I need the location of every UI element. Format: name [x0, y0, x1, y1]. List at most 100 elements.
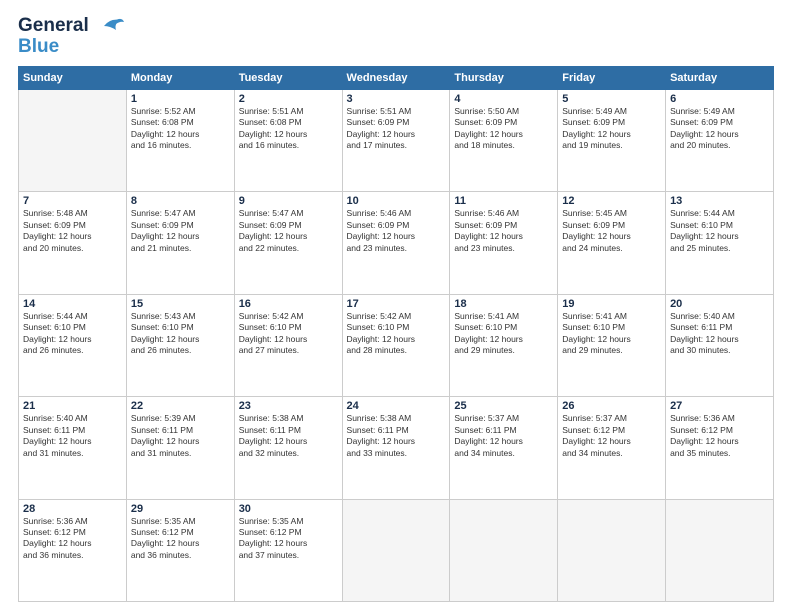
day-cell: 10Sunrise: 5:46 AM Sunset: 6:09 PM Dayli…	[342, 192, 450, 294]
day-info: Sunrise: 5:35 AM Sunset: 6:12 PM Dayligh…	[239, 516, 338, 562]
day-cell: 28Sunrise: 5:36 AM Sunset: 6:12 PM Dayli…	[19, 499, 127, 601]
day-number: 4	[454, 93, 553, 105]
day-info: Sunrise: 5:42 AM Sunset: 6:10 PM Dayligh…	[347, 311, 446, 357]
day-info: Sunrise: 5:37 AM Sunset: 6:12 PM Dayligh…	[562, 413, 661, 459]
day-info: Sunrise: 5:35 AM Sunset: 6:12 PM Dayligh…	[131, 516, 230, 562]
day-cell: 7Sunrise: 5:48 AM Sunset: 6:09 PM Daylig…	[19, 192, 127, 294]
logo-bird-icon	[96, 16, 124, 36]
day-cell: 16Sunrise: 5:42 AM Sunset: 6:10 PM Dayli…	[234, 294, 342, 396]
logo-blue: Blue	[18, 36, 59, 57]
day-number: 9	[239, 195, 338, 207]
day-info: Sunrise: 5:41 AM Sunset: 6:10 PM Dayligh…	[562, 311, 661, 357]
day-cell: 24Sunrise: 5:38 AM Sunset: 6:11 PM Dayli…	[342, 397, 450, 499]
page: General Blue SundayMondayTuesdayWednesda…	[0, 0, 792, 612]
day-cell: 1Sunrise: 5:52 AM Sunset: 6:08 PM Daylig…	[126, 89, 234, 191]
day-number: 8	[131, 195, 230, 207]
day-cell: 12Sunrise: 5:45 AM Sunset: 6:09 PM Dayli…	[558, 192, 666, 294]
day-number: 25	[454, 400, 553, 412]
day-info: Sunrise: 5:44 AM Sunset: 6:10 PM Dayligh…	[23, 311, 122, 357]
col-header-thursday: Thursday	[450, 66, 558, 89]
day-cell	[666, 499, 774, 601]
day-number: 24	[347, 400, 446, 412]
day-info: Sunrise: 5:36 AM Sunset: 6:12 PM Dayligh…	[670, 413, 769, 459]
day-cell: 20Sunrise: 5:40 AM Sunset: 6:11 PM Dayli…	[666, 294, 774, 396]
day-number: 30	[239, 503, 338, 515]
day-cell: 27Sunrise: 5:36 AM Sunset: 6:12 PM Dayli…	[666, 397, 774, 499]
day-number: 14	[23, 298, 122, 310]
day-info: Sunrise: 5:41 AM Sunset: 6:10 PM Dayligh…	[454, 311, 553, 357]
col-header-saturday: Saturday	[666, 66, 774, 89]
week-row-4: 21Sunrise: 5:40 AM Sunset: 6:11 PM Dayli…	[19, 397, 774, 499]
day-info: Sunrise: 5:40 AM Sunset: 6:11 PM Dayligh…	[23, 413, 122, 459]
day-cell: 30Sunrise: 5:35 AM Sunset: 6:12 PM Dayli…	[234, 499, 342, 601]
day-cell: 21Sunrise: 5:40 AM Sunset: 6:11 PM Dayli…	[19, 397, 127, 499]
day-cell: 14Sunrise: 5:44 AM Sunset: 6:10 PM Dayli…	[19, 294, 127, 396]
day-cell: 17Sunrise: 5:42 AM Sunset: 6:10 PM Dayli…	[342, 294, 450, 396]
day-cell	[19, 89, 127, 191]
day-cell: 13Sunrise: 5:44 AM Sunset: 6:10 PM Dayli…	[666, 192, 774, 294]
day-cell	[342, 499, 450, 601]
logo: General Blue	[18, 16, 124, 58]
day-cell: 8Sunrise: 5:47 AM Sunset: 6:09 PM Daylig…	[126, 192, 234, 294]
day-cell: 29Sunrise: 5:35 AM Sunset: 6:12 PM Dayli…	[126, 499, 234, 601]
day-cell	[558, 499, 666, 601]
day-number: 29	[131, 503, 230, 515]
day-number: 17	[347, 298, 446, 310]
week-row-3: 14Sunrise: 5:44 AM Sunset: 6:10 PM Dayli…	[19, 294, 774, 396]
day-cell: 22Sunrise: 5:39 AM Sunset: 6:11 PM Dayli…	[126, 397, 234, 499]
day-number: 2	[239, 93, 338, 105]
col-header-friday: Friday	[558, 66, 666, 89]
day-info: Sunrise: 5:38 AM Sunset: 6:11 PM Dayligh…	[239, 413, 338, 459]
day-number: 23	[239, 400, 338, 412]
day-info: Sunrise: 5:47 AM Sunset: 6:09 PM Dayligh…	[131, 208, 230, 254]
day-number: 19	[562, 298, 661, 310]
day-number: 18	[454, 298, 553, 310]
day-cell: 3Sunrise: 5:51 AM Sunset: 6:09 PM Daylig…	[342, 89, 450, 191]
day-cell: 11Sunrise: 5:46 AM Sunset: 6:09 PM Dayli…	[450, 192, 558, 294]
col-header-monday: Monday	[126, 66, 234, 89]
day-info: Sunrise: 5:49 AM Sunset: 6:09 PM Dayligh…	[670, 106, 769, 152]
day-info: Sunrise: 5:42 AM Sunset: 6:10 PM Dayligh…	[239, 311, 338, 357]
day-cell: 5Sunrise: 5:49 AM Sunset: 6:09 PM Daylig…	[558, 89, 666, 191]
day-info: Sunrise: 5:45 AM Sunset: 6:09 PM Dayligh…	[562, 208, 661, 254]
day-info: Sunrise: 5:51 AM Sunset: 6:08 PM Dayligh…	[239, 106, 338, 152]
day-cell	[450, 499, 558, 601]
day-number: 7	[23, 195, 122, 207]
day-cell: 2Sunrise: 5:51 AM Sunset: 6:08 PM Daylig…	[234, 89, 342, 191]
day-number: 12	[562, 195, 661, 207]
day-cell: 26Sunrise: 5:37 AM Sunset: 6:12 PM Dayli…	[558, 397, 666, 499]
day-info: Sunrise: 5:46 AM Sunset: 6:09 PM Dayligh…	[347, 208, 446, 254]
header: General Blue	[18, 16, 774, 58]
day-cell: 15Sunrise: 5:43 AM Sunset: 6:10 PM Dayli…	[126, 294, 234, 396]
day-cell: 6Sunrise: 5:49 AM Sunset: 6:09 PM Daylig…	[666, 89, 774, 191]
day-cell: 18Sunrise: 5:41 AM Sunset: 6:10 PM Dayli…	[450, 294, 558, 396]
day-number: 13	[670, 195, 769, 207]
day-info: Sunrise: 5:39 AM Sunset: 6:11 PM Dayligh…	[131, 413, 230, 459]
day-number: 27	[670, 400, 769, 412]
day-number: 3	[347, 93, 446, 105]
day-number: 28	[23, 503, 122, 515]
day-info: Sunrise: 5:36 AM Sunset: 6:12 PM Dayligh…	[23, 516, 122, 562]
week-row-1: 1Sunrise: 5:52 AM Sunset: 6:08 PM Daylig…	[19, 89, 774, 191]
day-info: Sunrise: 5:38 AM Sunset: 6:11 PM Dayligh…	[347, 413, 446, 459]
col-header-wednesday: Wednesday	[342, 66, 450, 89]
day-number: 21	[23, 400, 122, 412]
day-number: 16	[239, 298, 338, 310]
day-number: 10	[347, 195, 446, 207]
day-number: 5	[562, 93, 661, 105]
day-cell: 4Sunrise: 5:50 AM Sunset: 6:09 PM Daylig…	[450, 89, 558, 191]
day-info: Sunrise: 5:49 AM Sunset: 6:09 PM Dayligh…	[562, 106, 661, 152]
day-info: Sunrise: 5:47 AM Sunset: 6:09 PM Dayligh…	[239, 208, 338, 254]
day-number: 15	[131, 298, 230, 310]
day-info: Sunrise: 5:51 AM Sunset: 6:09 PM Dayligh…	[347, 106, 446, 152]
week-row-5: 28Sunrise: 5:36 AM Sunset: 6:12 PM Dayli…	[19, 499, 774, 601]
day-number: 6	[670, 93, 769, 105]
day-info: Sunrise: 5:48 AM Sunset: 6:09 PM Dayligh…	[23, 208, 122, 254]
day-number: 20	[670, 298, 769, 310]
day-number: 1	[131, 93, 230, 105]
logo-general: General	[18, 15, 89, 36]
day-info: Sunrise: 5:44 AM Sunset: 6:10 PM Dayligh…	[670, 208, 769, 254]
week-row-2: 7Sunrise: 5:48 AM Sunset: 6:09 PM Daylig…	[19, 192, 774, 294]
day-info: Sunrise: 5:40 AM Sunset: 6:11 PM Dayligh…	[670, 311, 769, 357]
day-info: Sunrise: 5:50 AM Sunset: 6:09 PM Dayligh…	[454, 106, 553, 152]
